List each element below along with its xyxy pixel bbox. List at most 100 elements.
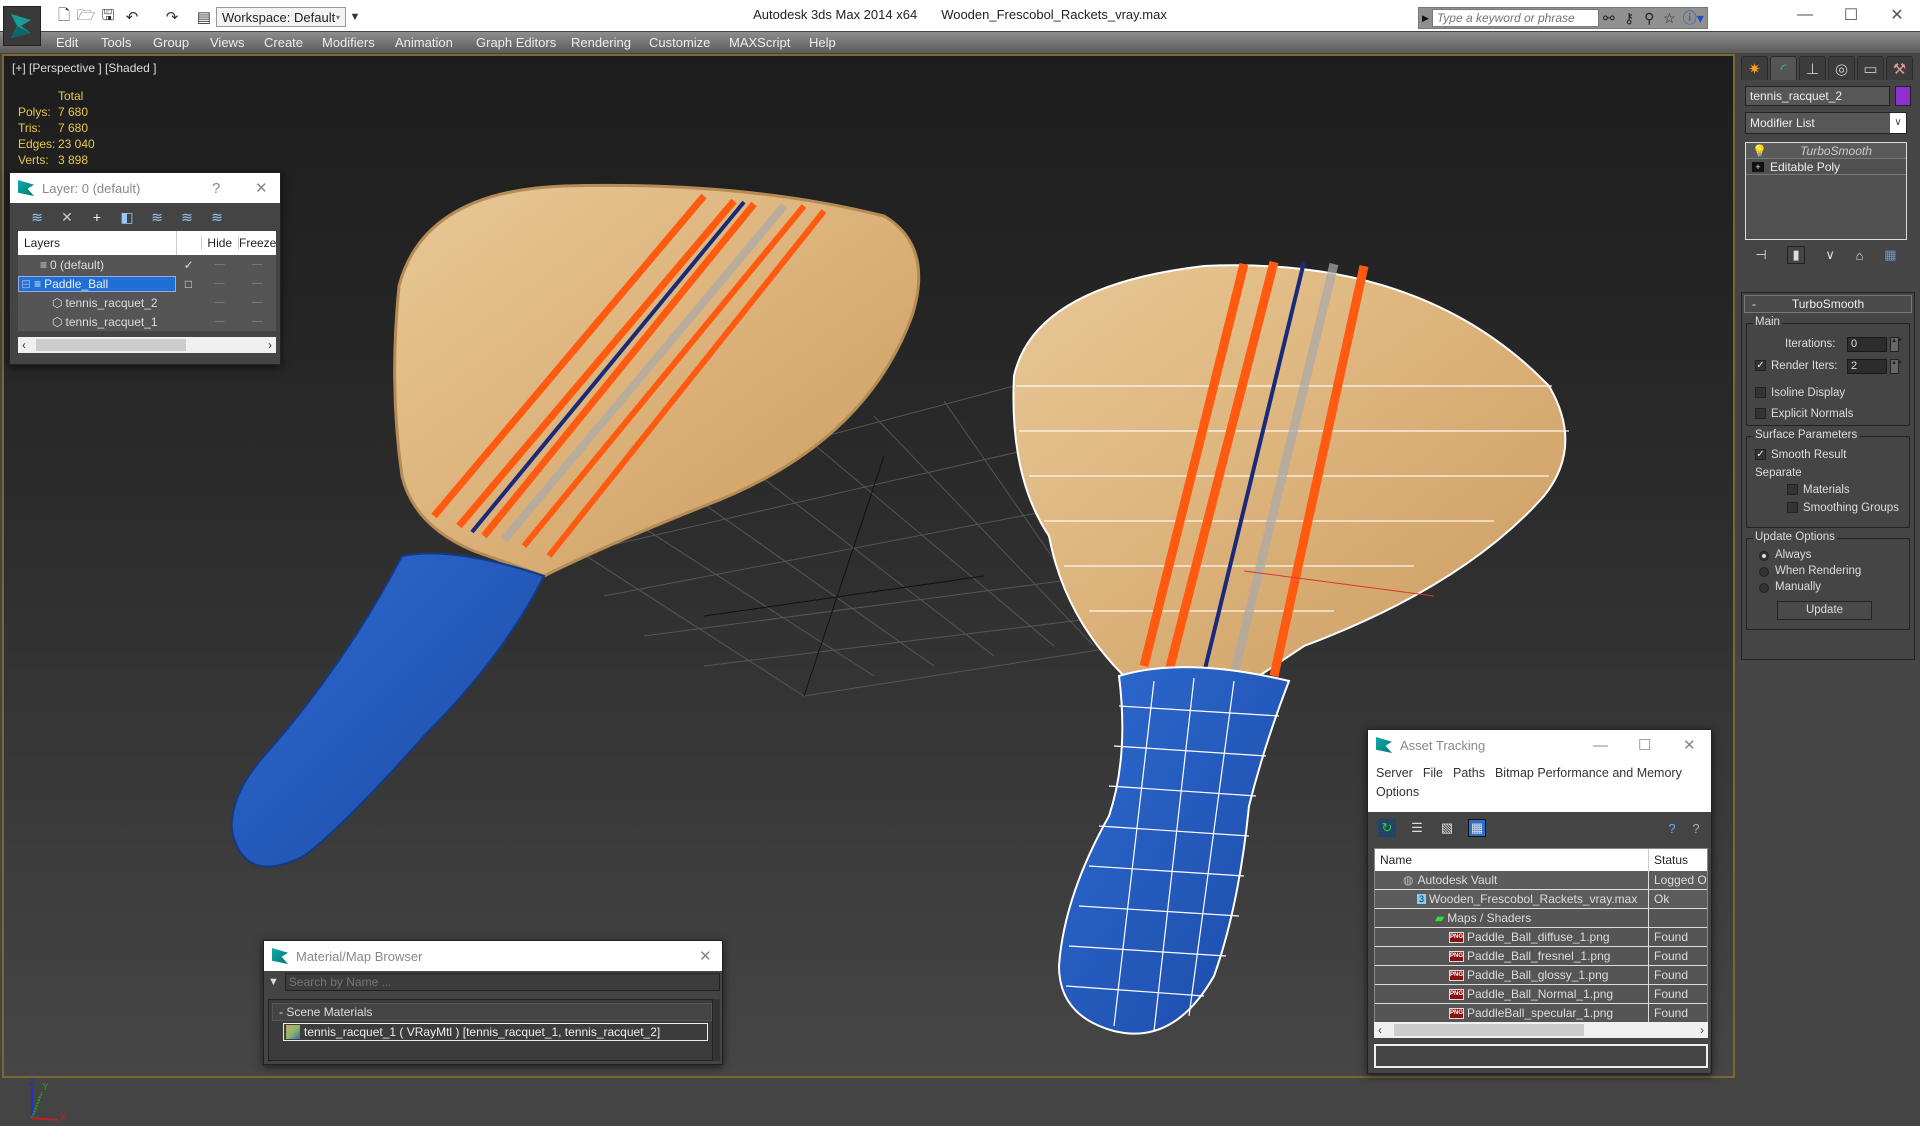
menu-animation[interactable]: Animation	[395, 35, 453, 50]
scroll-right-icon[interactable]: ›	[268, 338, 272, 352]
update-button[interactable]: Update	[1777, 601, 1872, 620]
menu-server[interactable]: Server	[1376, 766, 1413, 780]
hide-toggle[interactable]: —	[201, 297, 239, 308]
table-row[interactable]: ▰ Maps / Shaders	[1375, 909, 1707, 928]
menu-create[interactable]: Create	[264, 35, 303, 50]
freeze-toggle[interactable]: —	[238, 259, 276, 270]
show-end-result-icon[interactable]: ▮	[1787, 246, 1805, 264]
help-icon[interactable]: ?	[1687, 819, 1705, 837]
menu-modifiers[interactable]: Modifiers	[322, 35, 375, 50]
object-color-swatch[interactable]	[1895, 86, 1911, 106]
set-current-layer-icon[interactable]: ≋	[172, 209, 202, 226]
horizontal-scrollbar[interactable]: ‹ ›	[1374, 1022, 1708, 1038]
scroll-thumb[interactable]	[36, 339, 186, 351]
satellite-icon[interactable]: ⚲	[1639, 9, 1659, 27]
vault-help-icon[interactable]: ?	[1663, 819, 1681, 837]
create-tab-icon[interactable]: ✷	[1741, 56, 1768, 80]
object-row[interactable]: ⬡ tennis_racquet_2 — —	[18, 293, 276, 312]
table-row[interactable]: PNG PaddleBall_specular_1.png Found	[1375, 1004, 1707, 1023]
maximize-icon[interactable]: ☐	[1638, 736, 1651, 754]
freeze-toggle[interactable]: —	[238, 278, 276, 289]
rollout-header[interactable]: - TurboSmooth	[1744, 295, 1912, 313]
scene-materials-group[interactable]: - Scene Materials	[272, 1003, 712, 1021]
keyword-search-input[interactable]	[1431, 9, 1599, 27]
hierarchy-tab-icon[interactable]: ⊥	[1799, 56, 1826, 80]
menu-graph-editors[interactable]: Graph Editors	[476, 35, 556, 50]
table-row[interactable]: ◍Autodesk Vault Logged Out	[1375, 871, 1707, 890]
help-icon[interactable]: ⓘ▾	[1680, 9, 1708, 27]
table-row[interactable]: 3 Wooden_Frescobol_Rackets_vray.max Ok	[1375, 890, 1707, 909]
add-to-layer-icon[interactable]: +	[82, 209, 112, 225]
expand-plus-icon[interactable]: +	[1752, 161, 1764, 172]
menu-group[interactable]: Group	[153, 35, 189, 50]
scroll-left-icon[interactable]: ‹	[1378, 1023, 1382, 1037]
modifier-list-dropdown[interactable]: Modifier List ∨	[1745, 112, 1907, 134]
freeze-toggle[interactable]: —	[239, 297, 277, 308]
options-dropdown-icon[interactable]: ▼	[268, 976, 279, 988]
table-row[interactable]: PNG Paddle_Ball_diffuse_1.png Found	[1375, 928, 1707, 947]
menu-help[interactable]: Help	[809, 35, 836, 50]
object-row[interactable]: ⬡ tennis_racquet_1 — —	[18, 312, 276, 331]
horizontal-scrollbar[interactable]: ‹ ›	[18, 337, 276, 353]
new-file-icon[interactable]: 🗋	[54, 7, 74, 26]
vertical-scrollbar[interactable]	[712, 999, 720, 1061]
layer-properties-icon[interactable]: ≋	[202, 209, 232, 226]
always-radio[interactable]	[1759, 551, 1769, 561]
close-button[interactable]: ✕	[1874, 0, 1920, 30]
render-iters-spinner[interactable]: 2	[1847, 359, 1887, 374]
help-button[interactable]: ?	[212, 180, 220, 197]
remove-modifier-icon[interactable]: ⌂	[1856, 248, 1864, 263]
display-tab-icon[interactable]: ▭	[1857, 56, 1884, 80]
menu-views[interactable]: Views	[210, 35, 244, 50]
motion-tab-icon[interactable]: ◎	[1828, 56, 1855, 80]
smoothing-groups-checkbox[interactable]	[1787, 502, 1798, 513]
delete-layer-icon[interactable]: ✕	[52, 209, 82, 226]
spinner-arrows-icon[interactable]: ▲▼	[1890, 359, 1903, 374]
column-name[interactable]: Name	[1375, 849, 1649, 871]
binoculars-icon[interactable]: ⚯	[1599, 9, 1619, 27]
lightbulb-icon[interactable]: 💡	[1752, 144, 1767, 158]
app-menu-button[interactable]	[3, 6, 41, 46]
close-icon[interactable]: ✕	[255, 179, 268, 197]
hide-toggle[interactable]: —	[201, 278, 239, 289]
collapse-icon[interactable]: ⊟	[21, 277, 31, 291]
menu-customize[interactable]: Customize	[649, 35, 710, 50]
manually-radio[interactable]	[1759, 583, 1769, 593]
layer-window-titlebar[interactable]: Layer: 0 (default) ? ✕	[10, 173, 280, 203]
column-status[interactable]: Status	[1649, 853, 1707, 867]
active-checkmark[interactable]: ✓	[176, 258, 201, 272]
scroll-thumb[interactable]	[1394, 1024, 1584, 1036]
material-search-input[interactable]	[284, 973, 720, 991]
explicit-normals-checkbox[interactable]	[1755, 408, 1766, 419]
menu-paths[interactable]: Paths	[1453, 766, 1485, 780]
hide-toggle[interactable]: —	[201, 259, 239, 270]
undo-icon[interactable]: ↶	[120, 8, 144, 26]
menu-rendering[interactable]: Rendering	[571, 35, 631, 50]
refresh-icon[interactable]: ↻	[1378, 819, 1396, 837]
when-rendering-radio[interactable]	[1759, 567, 1769, 577]
close-icon[interactable]: ✕	[699, 947, 712, 965]
scroll-right-icon[interactable]: ›	[1700, 1023, 1704, 1037]
list-view-icon[interactable]: ☰	[1408, 819, 1426, 837]
workspace-dropdown[interactable]: Workspace: Default ▾	[216, 7, 346, 27]
scroll-left-icon[interactable]: ‹	[22, 338, 26, 352]
column-layers[interactable]: Layers	[18, 236, 176, 250]
object-name-field[interactable]	[1745, 86, 1890, 106]
minimize-button[interactable]: —	[1782, 0, 1828, 30]
key-icon[interactable]: ⚷	[1619, 9, 1639, 27]
path-field[interactable]	[1374, 1044, 1708, 1068]
stack-item-turbosmooth[interactable]: 💡 TurboSmooth	[1746, 143, 1906, 159]
redo-icon[interactable]: ↷	[160, 8, 184, 26]
utilities-tab-icon[interactable]: ⚒	[1886, 56, 1913, 80]
configure-modifier-sets-icon[interactable]: ▦	[1884, 247, 1896, 263]
star-icon[interactable]: ☆	[1659, 9, 1679, 27]
smooth-result-checkbox[interactable]: ✓	[1755, 449, 1766, 460]
layer-row[interactable]: ≡ 0 (default) ✓ — —	[18, 255, 276, 274]
highlight-layer-icon[interactable]: ≋	[142, 209, 172, 226]
column-freeze[interactable]: Freeze	[238, 236, 276, 250]
freeze-toggle[interactable]: —	[239, 316, 277, 327]
expand-arrow-icon[interactable]: ▶	[1419, 13, 1432, 24]
menu-bitmap-performance[interactable]: Bitmap Performance and Memory	[1495, 766, 1682, 780]
active-checkbox[interactable]: □	[176, 277, 201, 291]
menu-maxscript[interactable]: MAXScript	[729, 35, 790, 50]
